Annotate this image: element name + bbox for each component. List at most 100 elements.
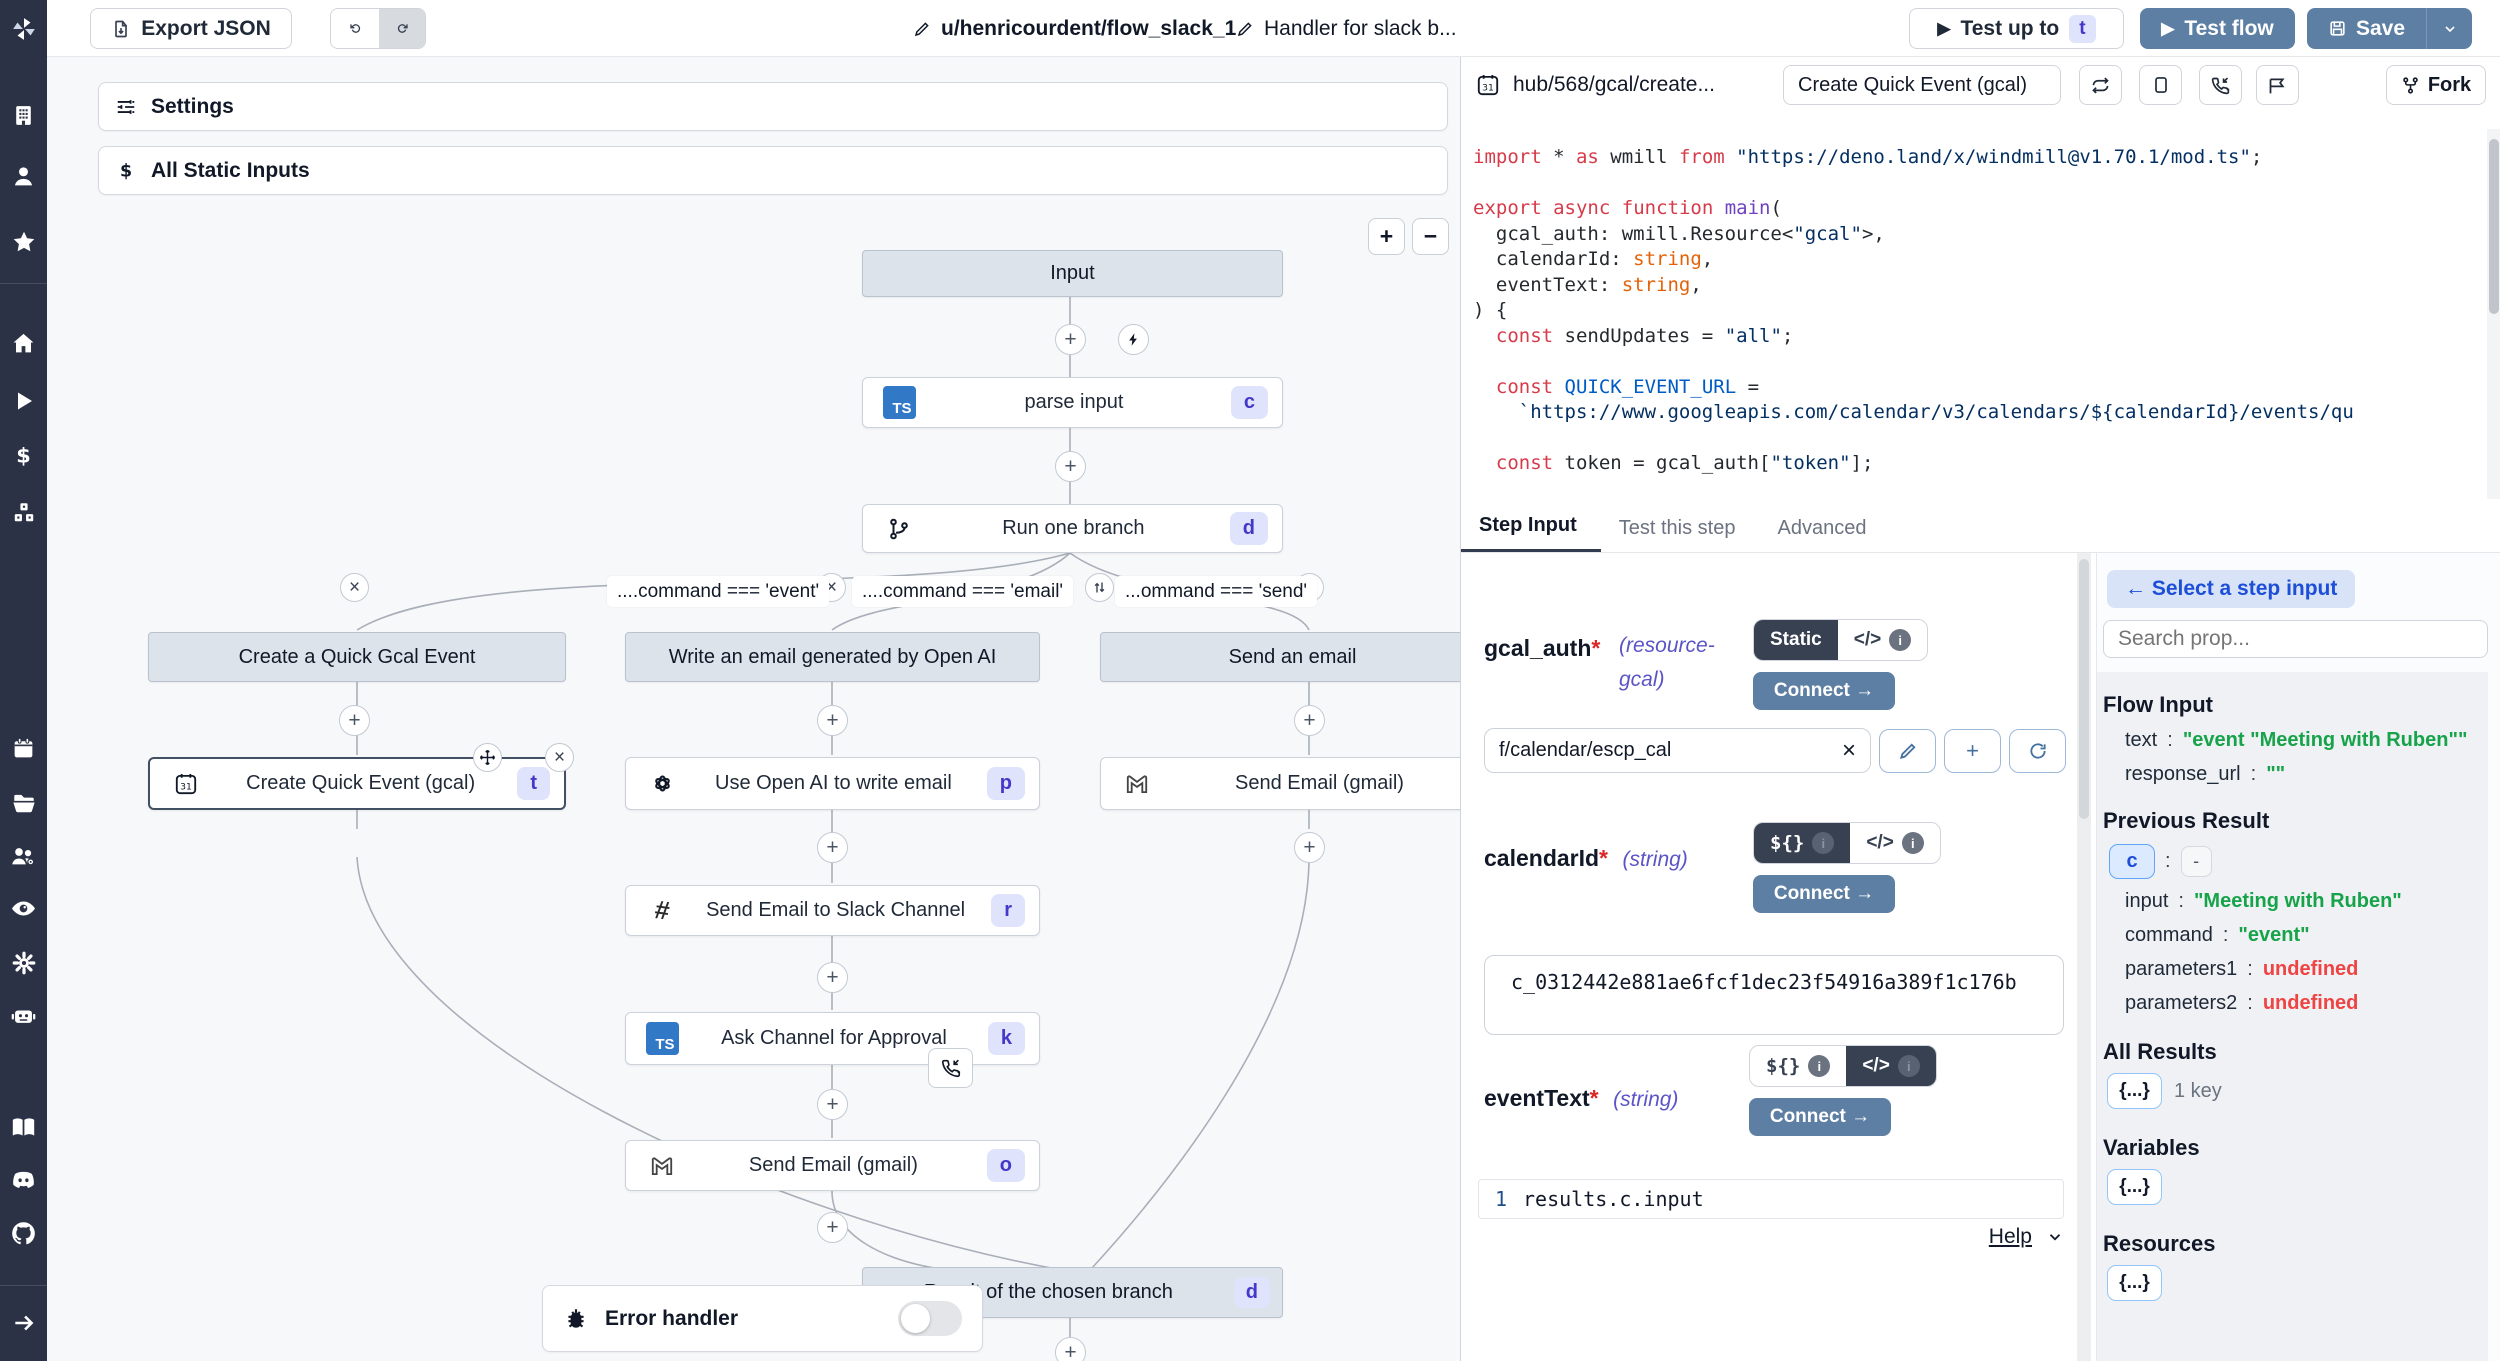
resources-object-chip[interactable]: {...} xyxy=(2107,1265,2162,1301)
test-flow-button[interactable]: ▶ Test flow xyxy=(2140,8,2295,49)
prop-row[interactable]: text:"event "Meeting with Ruben"" xyxy=(2125,729,2482,752)
slack-node[interactable]: # Send Email to Slack Channel r xyxy=(625,885,1040,936)
step-c-badge[interactable]: c xyxy=(2109,844,2155,879)
sidebar-item-schedules[interactable] xyxy=(10,735,37,762)
sidebar-item-settings[interactable] xyxy=(10,949,37,976)
clear-resource-icon[interactable]: × xyxy=(1842,737,1856,765)
template-mode-button[interactable]: ${}i xyxy=(1750,1046,1846,1086)
openai-node[interactable]: Use Open AI to write email p xyxy=(625,757,1040,810)
suspend-button[interactable] xyxy=(2199,65,2242,105)
sidebar-item-workers[interactable] xyxy=(10,1002,37,1029)
refresh-resource-button[interactable] xyxy=(2009,729,2066,773)
add-step-button[interactable]: + xyxy=(817,1212,848,1243)
branch-condition[interactable]: ....command === 'email' xyxy=(852,576,1073,607)
code-mode-button[interactable]: </>i xyxy=(1838,620,1927,660)
form-scrollbar[interactable] xyxy=(2077,553,2091,1361)
prop-row[interactable]: input:"Meeting with Ruben" xyxy=(2125,890,2482,913)
branch-header-email[interactable]: Write an email generated by Open AI xyxy=(625,632,1040,682)
calendar-id-input[interactable]: c_0312442e881ae6fcf1dec23f54916a389f1c17… xyxy=(1484,955,2064,1035)
windmill-logo[interactable] xyxy=(0,0,47,57)
cache-step-button[interactable] xyxy=(2139,65,2182,105)
event-text-connect-button[interactable]: Connect → xyxy=(1749,1098,1891,1136)
create-quick-event-node[interactable]: 31 Create Quick Event (gcal) t xyxy=(148,757,566,810)
edit-resource-button[interactable] xyxy=(1879,729,1936,773)
zoom-in-button[interactable]: + xyxy=(1368,218,1405,255)
gmail-node-branch2[interactable]: Send Email (gmail) o xyxy=(625,1140,1040,1191)
static-mode-button[interactable]: Static xyxy=(1754,620,1838,660)
collapse-rail-button[interactable] xyxy=(10,1309,37,1336)
select-step-input-button[interactable]: ← Select a step input xyxy=(2107,570,2355,608)
add-step-button[interactable]: + xyxy=(1055,1337,1086,1361)
chevron-down-icon[interactable] xyxy=(2046,1228,2064,1246)
code-vertical-scrollbar[interactable] xyxy=(2487,129,2500,499)
parse-input-node[interactable]: TS parse input c xyxy=(862,377,1283,428)
tab-advanced[interactable]: Advanced xyxy=(1759,517,1890,552)
fork-button[interactable]: Fork xyxy=(2386,65,2486,105)
code-mode-button[interactable]: </>i xyxy=(1846,1046,1935,1086)
prop-row[interactable]: parameters2:undefined xyxy=(2125,992,2482,1015)
undo-button[interactable] xyxy=(331,9,379,48)
help-link[interactable]: Help xyxy=(1989,1225,2032,1249)
save-dropdown-button[interactable] xyxy=(2426,8,2472,49)
delete-step-button[interactable]: × xyxy=(545,743,574,772)
all-results-object-chip[interactable]: {...} xyxy=(2107,1073,2162,1109)
redo-button[interactable] xyxy=(379,9,426,48)
sidebar-item-github[interactable] xyxy=(10,1220,37,1247)
tab-step-input[interactable]: Step Input xyxy=(1461,514,1601,552)
breadcrumb[interactable]: u/henricourdent/flow_slack_1 xyxy=(913,0,1236,57)
sidebar-item-variables[interactable]: $ xyxy=(10,442,37,469)
approval-node[interactable]: TS Ask Channel for Approval k xyxy=(625,1012,1040,1065)
branch-header-send[interactable]: Send an email xyxy=(1100,632,1460,682)
template-mode-button[interactable]: ${}i xyxy=(1754,823,1850,863)
gcal-auth-connect-button[interactable]: Connect → xyxy=(1753,672,1895,710)
add-step-button[interactable]: + xyxy=(1055,451,1086,482)
branch-condition[interactable]: ....command === 'event' xyxy=(607,576,829,607)
add-resource-button[interactable]: + xyxy=(1944,729,2001,773)
add-step-button[interactable]: + xyxy=(817,705,848,736)
add-step-button[interactable]: + xyxy=(1294,705,1325,736)
gmail-node-branch3[interactable]: Send Email (gmail) xyxy=(1100,757,1460,810)
save-button[interactable]: Save xyxy=(2307,8,2426,49)
sidebar-item-audit-logs[interactable] xyxy=(10,895,37,922)
flow-name[interactable]: Handler for slack b... xyxy=(1236,0,1457,57)
sidebar-item-home[interactable] xyxy=(10,330,37,357)
scrollbar-thumb[interactable] xyxy=(2489,139,2499,314)
sidebar-item-folders[interactable] xyxy=(10,789,37,816)
calendar-id-connect-button[interactable]: Connect → xyxy=(1753,875,1895,913)
test-up-to-button[interactable]: ▶ Test up to t xyxy=(1909,8,2124,49)
remove-branch-button[interactable]: × xyxy=(340,573,369,602)
sidebar-item-workspace[interactable] xyxy=(10,102,37,129)
sleep-button[interactable] xyxy=(2256,65,2299,105)
trigger-bolt-button[interactable] xyxy=(1118,324,1149,355)
sidebar-item-docs[interactable] xyxy=(10,1114,37,1141)
event-text-expression-editor[interactable]: 1 results.c.input xyxy=(1478,1179,2064,1219)
tab-test-this-step[interactable]: Test this step xyxy=(1601,517,1760,552)
zoom-out-button[interactable]: − xyxy=(1412,218,1449,255)
add-step-button[interactable]: + xyxy=(339,705,370,736)
code-editor[interactable]: import * as wmill from "https://deno.lan… xyxy=(1461,119,2500,499)
move-step-handle[interactable] xyxy=(473,743,502,772)
prop-row[interactable]: response_url:"" xyxy=(2125,763,2482,786)
branch-header-gcal[interactable]: Create a Quick Gcal Event xyxy=(148,632,566,682)
resource-picker-input[interactable]: f/calendar/escp_cal × xyxy=(1484,728,1871,773)
add-step-button[interactable]: + xyxy=(1294,832,1325,863)
branch-condition[interactable]: ...ommand === 'send' xyxy=(1115,576,1317,607)
flow-input-rows[interactable]: text:"event "Meeting with Ruben"" respons… xyxy=(2103,729,2482,786)
reload-script-button[interactable] xyxy=(2079,65,2122,105)
suspend-step-indicator[interactable] xyxy=(928,1048,973,1088)
add-step-button[interactable]: + xyxy=(817,1089,848,1120)
swap-branches-button[interactable] xyxy=(1085,573,1114,602)
sidebar-item-discord[interactable] xyxy=(10,1167,37,1194)
variables-object-chip[interactable]: {...} xyxy=(2107,1169,2162,1205)
add-step-button[interactable]: + xyxy=(817,832,848,863)
input-node[interactable]: Input xyxy=(862,250,1283,297)
flow-canvas[interactable]: Settings $ All Static Inputs + − Input +… xyxy=(47,57,1460,1361)
error-handler-toggle[interactable] xyxy=(898,1301,962,1336)
previous-result-rows[interactable]: input:"Meeting with Ruben"command:"event… xyxy=(2103,890,2482,1015)
sidebar-item-resources[interactable] xyxy=(10,499,37,526)
sidebar-item-groups[interactable] xyxy=(10,843,37,870)
sidebar-item-runs[interactable] xyxy=(10,387,37,414)
step-name-input[interactable] xyxy=(1783,65,2061,105)
prop-row[interactable]: parameters1:undefined xyxy=(2125,958,2482,981)
scrollbar-thumb[interactable] xyxy=(2079,559,2089,819)
